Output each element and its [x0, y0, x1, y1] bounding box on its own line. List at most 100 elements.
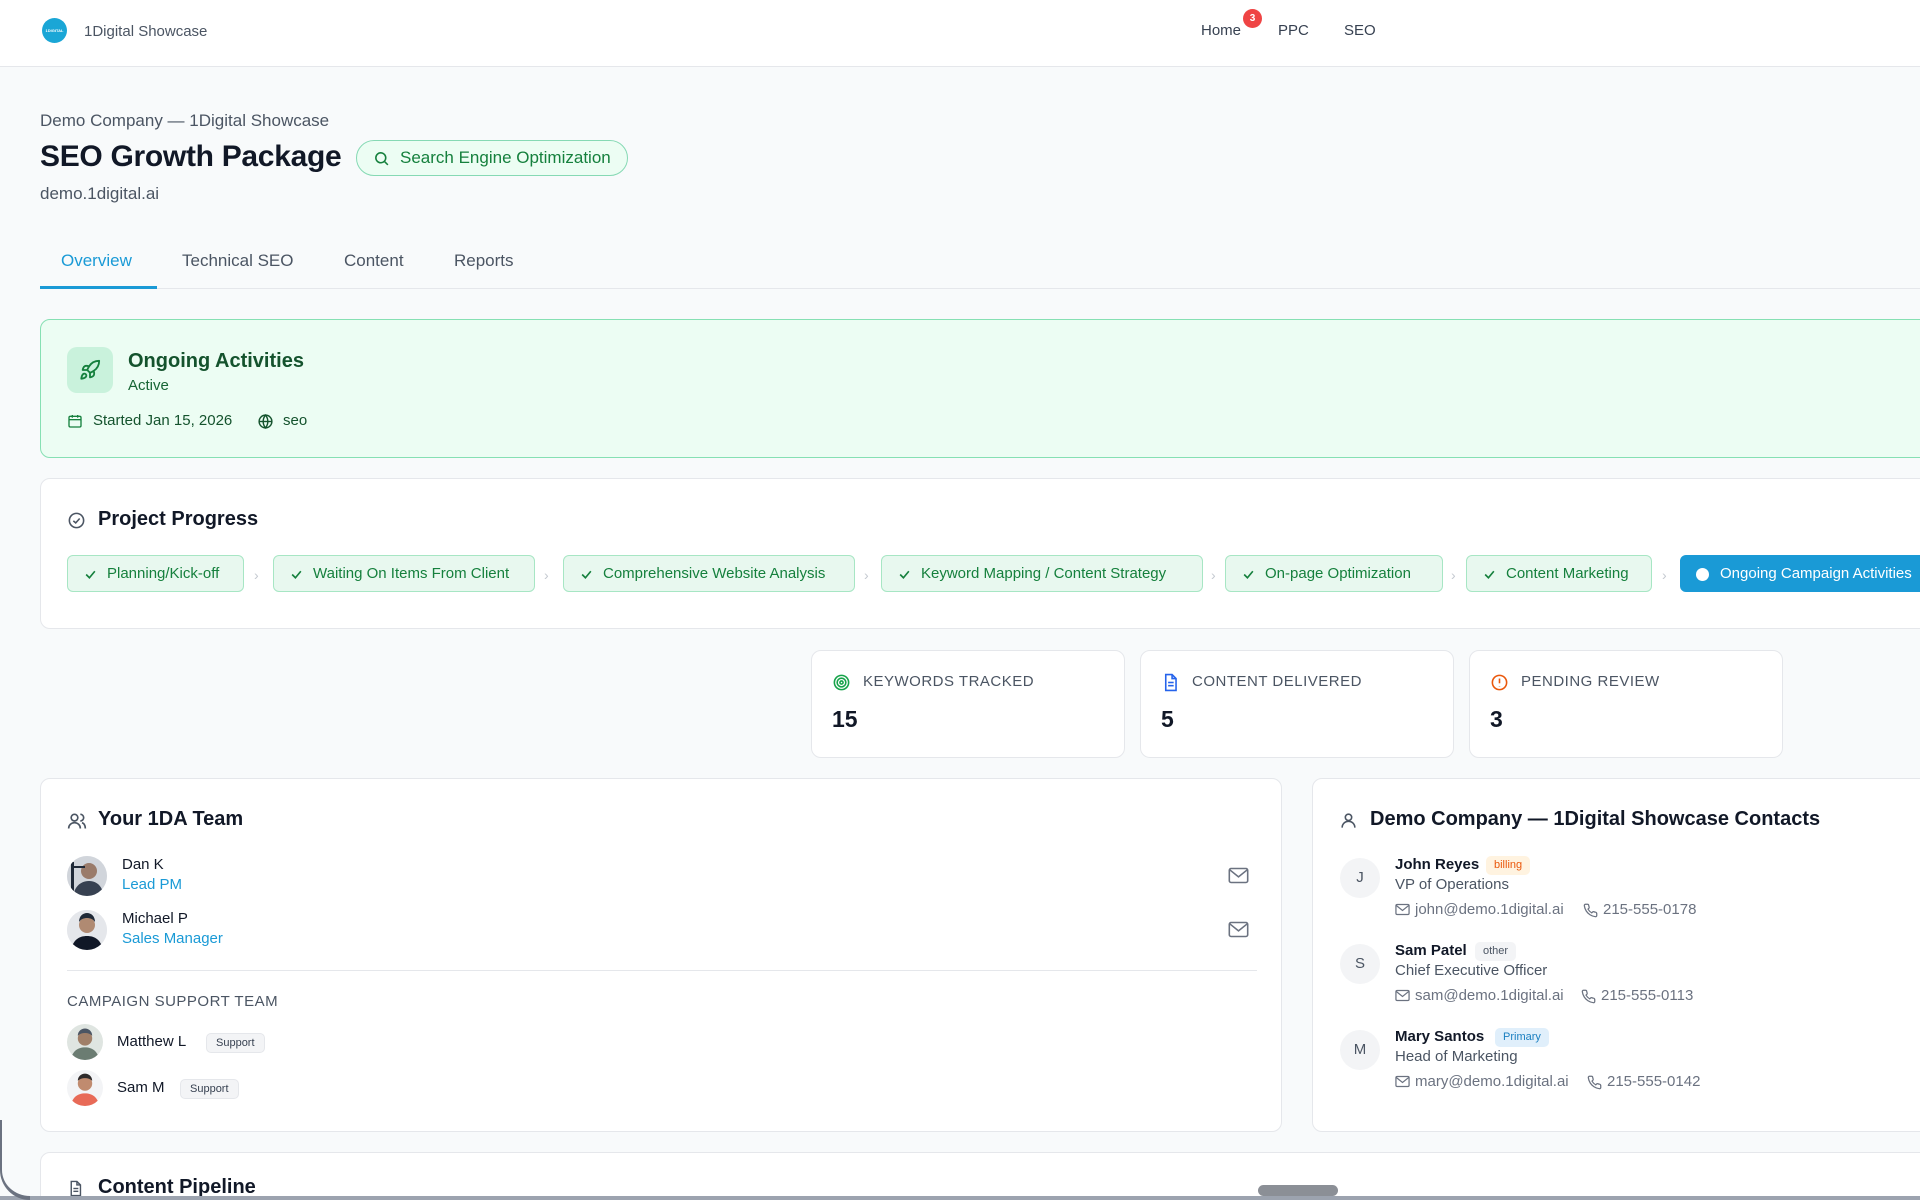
progress-step-ongoing-campaign[interactable]: Ongoing Campaign Activities — [1680, 555, 1920, 592]
chevron-right-icon: › — [864, 567, 869, 583]
device-frame-edge — [0, 1196, 1920, 1200]
team-card: Your 1DA Team Dan K Lead PM Michael P Sa… — [40, 778, 1282, 1132]
nav-home[interactable]: Home — [1201, 22, 1241, 39]
contact-email-text: john@demo.1digital.ai — [1415, 901, 1564, 918]
chevron-right-icon: › — [254, 567, 259, 583]
support-tag: Support — [206, 1033, 265, 1053]
contact-email-text: sam@demo.1digital.ai — [1415, 987, 1564, 1004]
tab-reports[interactable]: Reports — [454, 251, 514, 271]
check-icon — [85, 570, 96, 579]
logo-icon[interactable]: 1DIGITAL — [42, 18, 67, 43]
step-label: Planning/Kick-off — [107, 565, 220, 582]
contacts-card: Demo Company — 1Digital Showcase Contact… — [1312, 778, 1920, 1132]
contact-name: Sam Patel — [1395, 942, 1467, 959]
service-pill: Search Engine Optimization — [356, 140, 628, 176]
avatar — [67, 910, 107, 950]
contact-email[interactable]: sam@demo.1digital.ai — [1395, 987, 1564, 1004]
check-icon — [1243, 570, 1254, 579]
channel-text: seo — [283, 412, 308, 429]
team-title: Your 1DA Team — [67, 808, 243, 831]
rocket-icon — [80, 359, 101, 380]
step-label: Keyword Mapping / Content Strategy — [921, 565, 1167, 582]
activities-channel: seo — [257, 412, 307, 429]
progress-step-on-page-optimization[interactable]: On-page Optimization — [1225, 555, 1443, 592]
search-icon — [375, 152, 389, 166]
stat-pending-review: PENDING REVIEW 3 — [1469, 650, 1783, 758]
contact-phone-text: 215-555-0113 — [1601, 987, 1694, 1004]
contact-avatar: S — [1340, 944, 1380, 984]
contact-phone[interactable]: 215-555-0178 — [1583, 901, 1696, 918]
target-icon — [833, 674, 850, 691]
avatar — [67, 1070, 103, 1106]
stat-content-delivered: CONTENT DELIVERED 5 — [1140, 650, 1454, 758]
nav-seo[interactable]: SEO — [1344, 22, 1376, 39]
document-icon — [1164, 673, 1177, 692]
support-member-name: Matthew L — [117, 1033, 187, 1050]
chevron-right-icon: › — [1211, 567, 1216, 583]
contact-name: John Reyes — [1395, 856, 1480, 873]
step-label: On-page Optimization — [1265, 565, 1411, 582]
team-member-role: Lead PM — [122, 876, 183, 893]
contacts-title: Demo Company — 1Digital Showcase Contact… — [1341, 808, 1821, 831]
contact-phone-text: 215-555-0142 — [1607, 1073, 1701, 1090]
check-icon — [581, 570, 592, 579]
team-member-role: Sales Manager — [122, 930, 223, 947]
contact-phone[interactable]: 215-555-0142 — [1587, 1073, 1700, 1090]
contact-phone-text: 215-555-0178 — [1603, 901, 1697, 918]
tab-overview[interactable]: Overview — [61, 251, 132, 271]
mail-icon[interactable] — [1228, 921, 1249, 938]
alert-icon — [1491, 674, 1508, 691]
step-label: Waiting On Items From Client — [313, 565, 510, 582]
start-date-text: Started Jan 15, 2026 — [93, 412, 233, 429]
progress-step-keyword-mapping[interactable]: Keyword Mapping / Content Strategy — [881, 555, 1203, 592]
tab-bar: Overview Technical SEO Content Reports — [40, 233, 1920, 289]
tab-content[interactable]: Content — [344, 251, 404, 271]
globe-icon — [258, 414, 273, 429]
contact-title: Chief Executive Officer — [1395, 962, 1548, 979]
pipeline-title-text: Content Pipeline — [98, 1176, 256, 1198]
progress-step-planning[interactable]: Planning/Kick-off — [67, 555, 244, 592]
activities-status: Active — [128, 377, 169, 394]
check-icon — [291, 570, 302, 579]
stat-value: 15 — [832, 706, 858, 732]
calendar-icon — [68, 415, 82, 428]
contact-tag-billing: billing — [1486, 856, 1531, 875]
progress-step-content-marketing[interactable]: Content Marketing — [1466, 555, 1652, 592]
stat-keywords-tracked: KEYWORDS TRACKED 15 — [811, 650, 1125, 758]
activity-icon-box — [67, 347, 113, 393]
mail-icon[interactable] — [1228, 867, 1249, 884]
divider — [67, 970, 1257, 971]
stat-label: PENDING REVIEW — [1521, 673, 1660, 690]
contact-phone[interactable]: 215-555-0113 — [1581, 987, 1693, 1004]
step-label: Content Marketing — [1506, 565, 1629, 582]
brand-name[interactable]: 1Digital Showcase — [84, 23, 207, 40]
stat-value: 3 — [1490, 706, 1503, 732]
scroll-handle[interactable] — [1258, 1185, 1338, 1196]
page-title: SEO Growth Package — [40, 140, 342, 173]
phone-icon — [1587, 1075, 1602, 1090]
contact-avatar: M — [1340, 1030, 1380, 1070]
support-tag: Support — [180, 1079, 239, 1099]
nav-ppc[interactable]: PPC — [1278, 22, 1309, 39]
tab-technical-seo[interactable]: Technical SEO — [182, 251, 294, 271]
chevron-right-icon: › — [1451, 567, 1456, 583]
activities-title: Ongoing Activities — [128, 350, 304, 372]
progress-step-waiting-on-client[interactable]: Waiting On Items From Client — [273, 555, 535, 592]
contact-email[interactable]: john@demo.1digital.ai — [1395, 901, 1564, 918]
contacts-title-text: Demo Company — 1Digital Showcase Contact… — [1370, 808, 1821, 830]
active-tab-indicator — [40, 286, 157, 289]
avatar — [67, 1024, 103, 1060]
users-icon — [67, 813, 87, 829]
top-navbar: 1DIGITAL 1Digital Showcase Home 3 PPC SE… — [0, 0, 1920, 67]
progress-step-website-analysis[interactable]: Comprehensive Website Analysis — [563, 555, 855, 592]
site-domain: demo.1digital.ai — [40, 184, 160, 203]
phone-icon — [1581, 989, 1596, 1004]
user-icon — [1341, 813, 1356, 828]
support-team-label: CAMPAIGN SUPPORT TEAM — [67, 993, 279, 1010]
avatar — [67, 856, 107, 896]
team-member-name: Dan K — [122, 856, 164, 873]
check-circle-icon — [68, 512, 85, 529]
contact-name: Mary Santos — [1395, 1028, 1485, 1045]
check-icon — [1484, 570, 1495, 579]
contact-email[interactable]: mary@demo.1digital.ai — [1395, 1073, 1569, 1090]
